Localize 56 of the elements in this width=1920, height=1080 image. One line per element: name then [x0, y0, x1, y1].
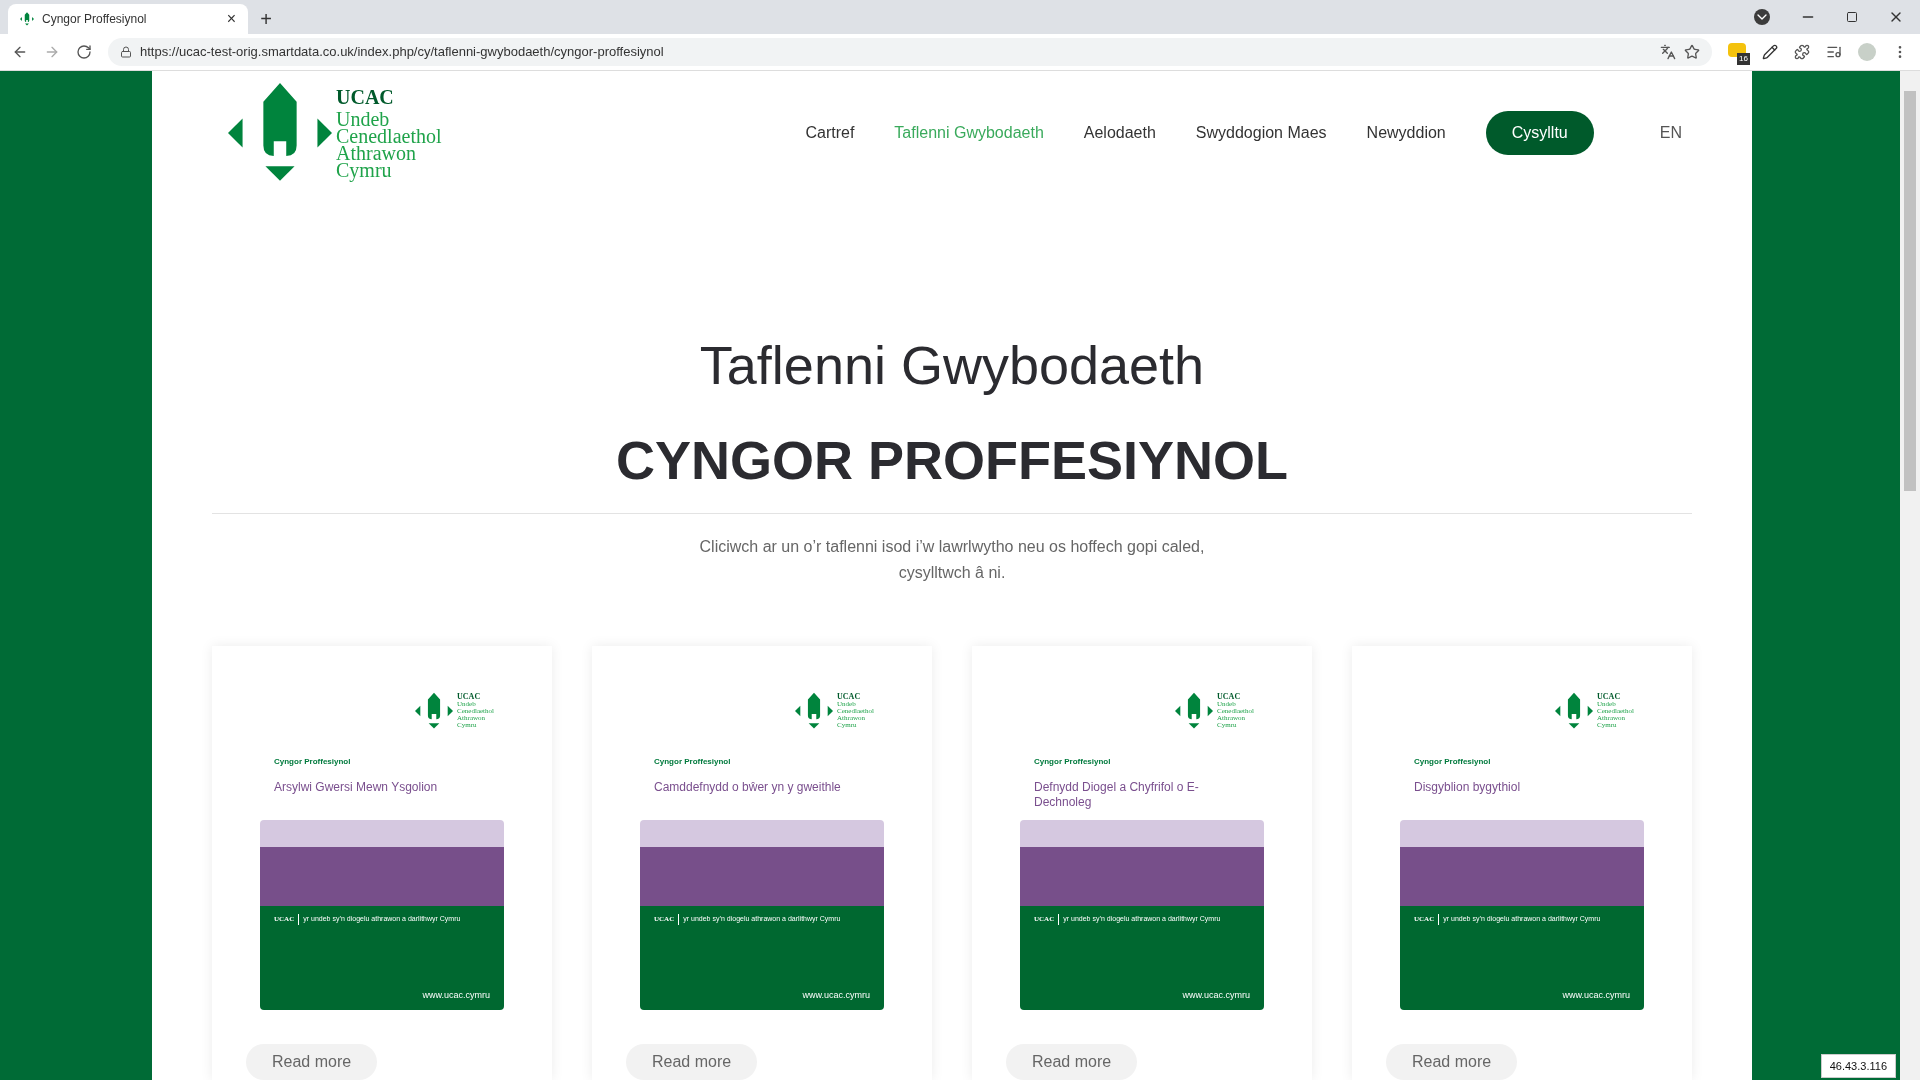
pen-icon[interactable] — [1762, 44, 1778, 60]
nav-link[interactable]: Swyddogion Maes — [1195, 121, 1327, 145]
leaflet-series: Cyngor Proffesiynol — [1034, 756, 1112, 768]
logo-icon — [1175, 692, 1214, 730]
read-more-button[interactable]: Read more — [246, 1044, 378, 1080]
logo-text: Undeb — [336, 111, 390, 128]
logo-text: Athrawon — [336, 145, 416, 162]
scrollbar[interactable] — [1900, 71, 1920, 1080]
read-more-button[interactable]: Read more — [626, 1044, 758, 1080]
restore-icon[interactable] — [1846, 11, 1858, 23]
intro-text: Cliciwch ar un o’r taflenni isod i’w lawrlwytho neu os hoffech gopi caled, cysylltwch â ni. — [698, 537, 1206, 583]
browser-tab[interactable]: Cyngor Proffesiynol × — [8, 4, 248, 34]
read-more-button[interactable]: Read more — [1006, 1044, 1138, 1080]
logo-icon — [1555, 692, 1594, 730]
nav-link[interactable]: Newyddion — [1366, 121, 1446, 145]
address-bar[interactable]: https://ucac-test-orig.smartdata.co.uk/index.php/cy/taflenni-gwybodaeth/cyngor-proffesiynol — [108, 38, 1712, 66]
logo-icon — [795, 692, 834, 730]
leaflet-series: Cyngor Proffesiynol — [654, 756, 732, 768]
page-heading: CYNGOR PROFFESIYNOL — [615, 429, 1288, 492]
nav-link[interactable]: Aelodaeth — [1083, 121, 1156, 145]
bookmark-star-icon[interactable] — [1684, 44, 1700, 60]
new-tab-button[interactable]: + — [252, 4, 280, 34]
extension-badge: 16 — [1737, 53, 1750, 65]
leaflet-title: Arsylwi Gwersi Mewn Ysgolion — [274, 780, 439, 796]
logo-text: Cenedlaethol — [336, 128, 442, 145]
cover-website: www.ucac.cymru — [1182, 988, 1250, 1002]
logo-abbreviation: UCAC — [837, 693, 862, 701]
logo-abbreviation: UCAC — [1217, 693, 1242, 701]
tab-title: Cyngor Proffesiynol — [42, 11, 148, 28]
logo-abbreviation: UCAC — [457, 693, 482, 701]
logo-abbreviation: UCAC — [1597, 693, 1622, 701]
leaflet-series: Cyngor Proffesiynol — [274, 756, 352, 768]
nav-link[interactable]: Cartref — [805, 121, 855, 145]
language-link[interactable]: EN — [1659, 121, 1682, 145]
reload-icon[interactable] — [76, 44, 92, 60]
logo-abbreviation: UCAC — [336, 87, 395, 107]
back-icon[interactable] — [12, 44, 28, 60]
cover-website: www.ucac.cymru — [802, 988, 870, 1002]
leaflet-title: Defnydd Diogel a Chyfrifol o E-Dechnoleg — [1034, 780, 1200, 810]
cover-website: www.ucac.cymru — [1562, 988, 1630, 1002]
lock-icon — [120, 46, 132, 58]
cover-website: www.ucac.cymru — [422, 988, 490, 1002]
contact-button[interactable]: Cysylltu — [1485, 111, 1594, 155]
leaflet-title: Camddefnydd o bŵer yn y gweithle — [654, 780, 842, 796]
read-more-button[interactable]: Read more — [1386, 1044, 1518, 1080]
url-text: https://ucac-test-orig.smartdata.co.uk/index.php/cy/taflenni-gwybodaeth/cyngor-proffesiynol — [140, 43, 665, 62]
logo-icon — [20, 12, 34, 26]
page-title: Taflenni Gwybodaeth — [699, 334, 1205, 397]
media-icon[interactable] — [1826, 44, 1842, 60]
translate-icon[interactable] — [1660, 44, 1676, 60]
tab-close-button[interactable]: × — [226, 11, 236, 27]
tab-search-icon[interactable] — [1754, 9, 1770, 25]
leaflet-series: Cyngor Proffesiynol — [1414, 756, 1492, 768]
leaflet-title: Disgyblion bygythiol — [1414, 780, 1522, 796]
extensions-icon[interactable] — [1794, 44, 1810, 60]
logo-icon — [415, 692, 454, 730]
